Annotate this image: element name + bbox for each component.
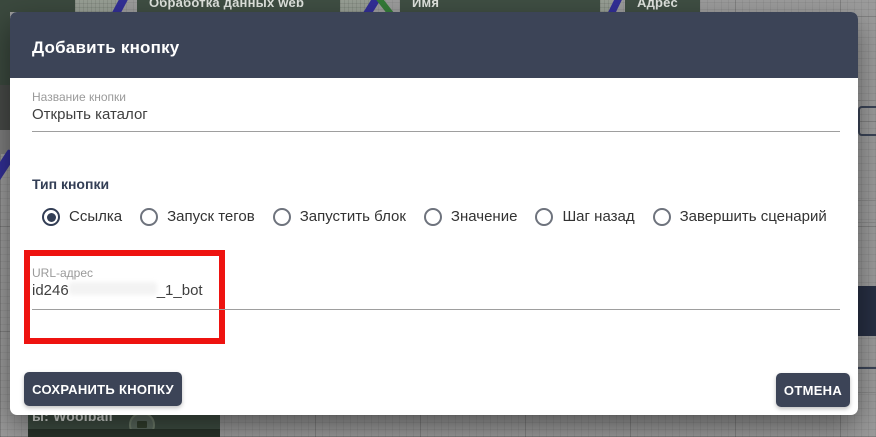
radio-unselected-icon [423,208,442,226]
url-value-prefix: id246 [32,282,69,299]
bg-fragment [857,286,876,336]
radio-option-label: Завершить сценарий [679,208,827,225]
radio-unselected-icon [140,208,159,226]
bg-node-header: Адрес [625,0,700,12]
bg-fragment [857,100,876,101]
bg-node-body [0,0,75,12]
bg-fragment [28,429,220,437]
bg-node-icon-glyph [137,421,147,428]
dialog-header: Добавить кнопку [10,12,858,78]
radio-option-label: Запуск тегов [167,208,255,225]
button-type-label: Тип кнопки [32,176,110,192]
bg-fragment [0,12,10,85]
cancel-button[interactable]: ОТМЕНА [776,373,850,407]
radio-unselected-icon [652,208,671,226]
bg-fragment [0,85,10,130]
name-field-underline [32,131,840,132]
radio-dot [145,213,154,222]
bg-fragment [858,106,876,136]
radio-unselected-icon [272,208,291,226]
radio-option-label: Ссылка [69,208,123,225]
radio-option-label: Запустить блок [299,208,406,225]
url-field-underline [32,309,840,310]
add-button-dialog: Добавить кнопку Название кнопки Открыть … [10,12,858,415]
bg-fragment [857,200,876,201]
url-value-redacted [68,282,157,295]
dialog-title: Добавить кнопку [32,38,180,57]
url-field-label: URL-адрес [32,266,94,280]
bg-node-header: Имя [400,0,600,12]
radio-dot [428,213,437,222]
radio-option-1[interactable]: Ссылка [42,208,122,226]
bg-node-header: Обработка данных web [137,0,340,12]
screen: Обработка данных web Имя Адрес ы: Woolba… [0,0,876,437]
bg-node-header: ы: Woolball [28,415,220,429]
radio-dot [46,212,56,222]
radio-dot [657,213,666,222]
name-field-label: Название кнопки [32,90,126,104]
bg-node-title: Адрес [637,0,678,10]
name-field-input[interactable]: Открыть каталог [32,106,148,123]
radio-dot [540,213,549,222]
radio-option-3[interactable]: Запустить блок [272,208,406,226]
radio-selected-icon [42,208,60,226]
radio-option-label: Значение [450,208,518,225]
radio-option-4[interactable]: Значение [423,208,518,226]
radio-option-label: Шаг назад [562,208,635,225]
bg-node-title: ы: Woolball [32,415,113,424]
radio-dot [277,213,286,222]
radio-option-2[interactable]: Запуск тегов [140,208,255,226]
radio-unselected-icon [535,208,554,226]
button-type-radio-group: Ссылка Запуск тегов Запустить блок Значение… [42,208,827,226]
url-value-suffix: _1_bot [156,282,203,299]
bg-node-title: Имя [412,0,440,10]
radio-option-6[interactable]: Завершить сценарий [652,208,827,226]
save-button[interactable]: СОХРАНИТЬ КНОПКУ [24,372,182,406]
bg-fragment [857,392,876,393]
url-field-input[interactable]: id246 _1_bot [32,282,203,299]
bg-node-title: Обработка данных web [149,0,305,10]
bg-fragment [855,367,876,369]
radio-option-5[interactable]: Шаг назад [535,208,635,226]
bg-fragment [857,222,876,223]
